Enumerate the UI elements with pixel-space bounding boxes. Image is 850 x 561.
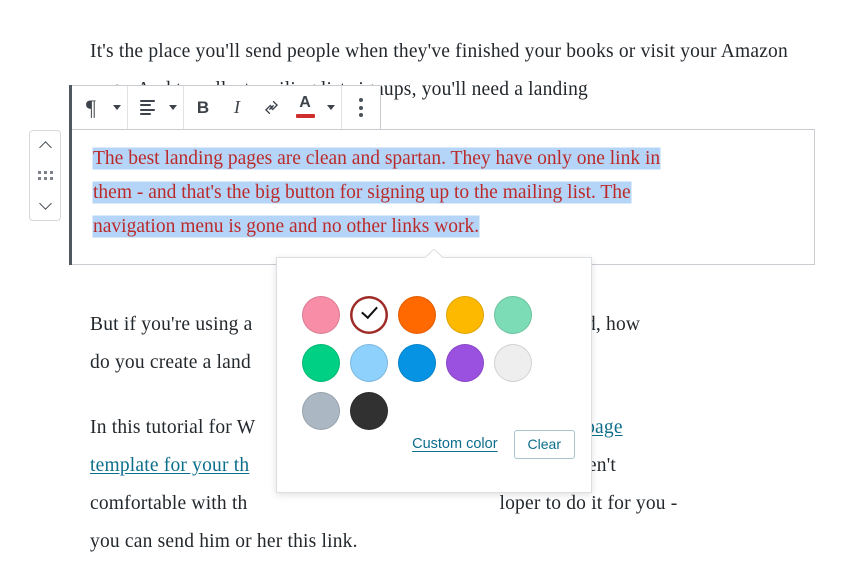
color-swatch-grid xyxy=(297,291,547,435)
toolbar-group-more xyxy=(342,86,380,129)
text-color-button[interactable]: A xyxy=(288,86,322,129)
block-format-toolbar: ¶ B I A xyxy=(72,85,381,130)
color-swatch-very-light-gray[interactable] xyxy=(489,339,537,387)
more-options-button[interactable] xyxy=(344,86,378,129)
swatch-fill-luminous-vivid-amber xyxy=(446,296,484,334)
swatch-fill-luminous-vivid-orange xyxy=(398,296,436,334)
color-swatch-vivid-cyan-blue[interactable] xyxy=(393,339,441,387)
paragraph-block-editable-area[interactable]: The best landing pages are clean and spa… xyxy=(72,129,815,265)
selected-text-line-1: The best landing pages are clean and spa… xyxy=(93,148,661,169)
selected-block-wrapper: ¶ B I A The best landing pages are clean… xyxy=(69,85,815,265)
paragraph-4-text-c: comfortable with th xyxy=(90,492,248,514)
paragraph-3-text-c: do you create a land xyxy=(90,351,251,373)
color-swatch-vivid-purple[interactable] xyxy=(441,339,489,387)
clear-color-button[interactable]: Clear xyxy=(513,429,575,459)
drag-handle-icon xyxy=(37,171,53,180)
color-swatch-luminous-vivid-orange[interactable] xyxy=(393,291,441,339)
swatch-fill-pale-cyan-blue xyxy=(350,344,388,382)
chevron-down-icon xyxy=(112,105,121,110)
block-type-dropdown-button[interactable] xyxy=(108,86,125,129)
insert-link-button[interactable] xyxy=(254,86,288,129)
move-block-up-button[interactable] xyxy=(30,131,60,160)
chevron-down-icon xyxy=(38,196,52,210)
color-swatch-pale-pink[interactable] xyxy=(297,291,345,339)
toolbar-group-inline-format: B I A xyxy=(184,86,342,129)
align-dropdown-button[interactable] xyxy=(164,86,181,129)
text-color-letter-icon: A xyxy=(299,94,311,111)
color-swatch-light-green-cyan[interactable] xyxy=(489,291,537,339)
align-text-button[interactable] xyxy=(130,86,164,129)
block-type-button[interactable]: ¶ xyxy=(74,86,108,129)
custom-color-link[interactable]: Custom color xyxy=(412,436,497,452)
chevron-down-icon xyxy=(168,105,177,110)
selected-paragraph-text[interactable]: The best landing pages are clean and spa… xyxy=(93,142,803,244)
popover-arrow xyxy=(425,249,443,258)
text-color-popover: Custom color Clear xyxy=(276,257,592,493)
kebab-menu-icon xyxy=(359,98,363,117)
swatch-fill-pale-pink xyxy=(302,296,340,334)
color-swatch-vivid-red[interactable] xyxy=(345,291,393,339)
paragraph-4-text-e: you can send him or her this link. xyxy=(90,530,358,552)
swatch-fill-vivid-cyan-blue xyxy=(398,344,436,382)
selected-text-line-3: navigation menu is gone and no other lin… xyxy=(93,216,480,237)
swatch-fill-vivid-purple xyxy=(446,344,484,382)
link-icon xyxy=(264,100,278,115)
toolbar-group-block-type: ¶ xyxy=(72,86,128,129)
italic-icon: I xyxy=(234,97,240,117)
color-swatch-pale-cyan-blue[interactable] xyxy=(345,339,393,387)
paragraph-4-text-a: In this tutorial for W xyxy=(90,416,256,438)
paragraph-3-text-a: But if you're using a xyxy=(90,313,253,335)
text-color-current-swatch xyxy=(295,114,315,118)
swatch-fill-vivid-red xyxy=(350,296,388,334)
selected-text-line-2: them - and that's the big button for sig… xyxy=(93,182,631,203)
swatch-fill-light-green-cyan xyxy=(494,296,532,334)
chevron-down-icon xyxy=(326,105,335,110)
color-swatch-luminous-vivid-amber[interactable] xyxy=(441,291,489,339)
align-left-icon xyxy=(139,99,155,116)
move-block-down-button[interactable] xyxy=(30,191,60,220)
bold-button[interactable]: B xyxy=(186,86,220,129)
swatch-fill-vivid-green-cyan xyxy=(302,344,340,382)
landing-page-template-link-part-2[interactable]: template for your th xyxy=(90,455,249,476)
color-swatch-vivid-green-cyan[interactable] xyxy=(297,339,345,387)
bold-icon: B xyxy=(196,97,210,117)
toolbar-group-align xyxy=(128,86,184,129)
paragraph-4-text-d: loper to do it for you - xyxy=(499,492,678,514)
popover-footer: Custom color Clear xyxy=(277,418,593,492)
drag-block-handle[interactable] xyxy=(30,160,60,190)
chevron-up-icon xyxy=(38,141,52,155)
block-mover-toolbar xyxy=(29,130,61,221)
italic-button[interactable]: I xyxy=(220,86,254,129)
text-color-dropdown-button[interactable] xyxy=(322,86,339,129)
pilcrow-icon: ¶ xyxy=(86,94,96,120)
swatch-fill-very-light-gray xyxy=(494,344,532,382)
